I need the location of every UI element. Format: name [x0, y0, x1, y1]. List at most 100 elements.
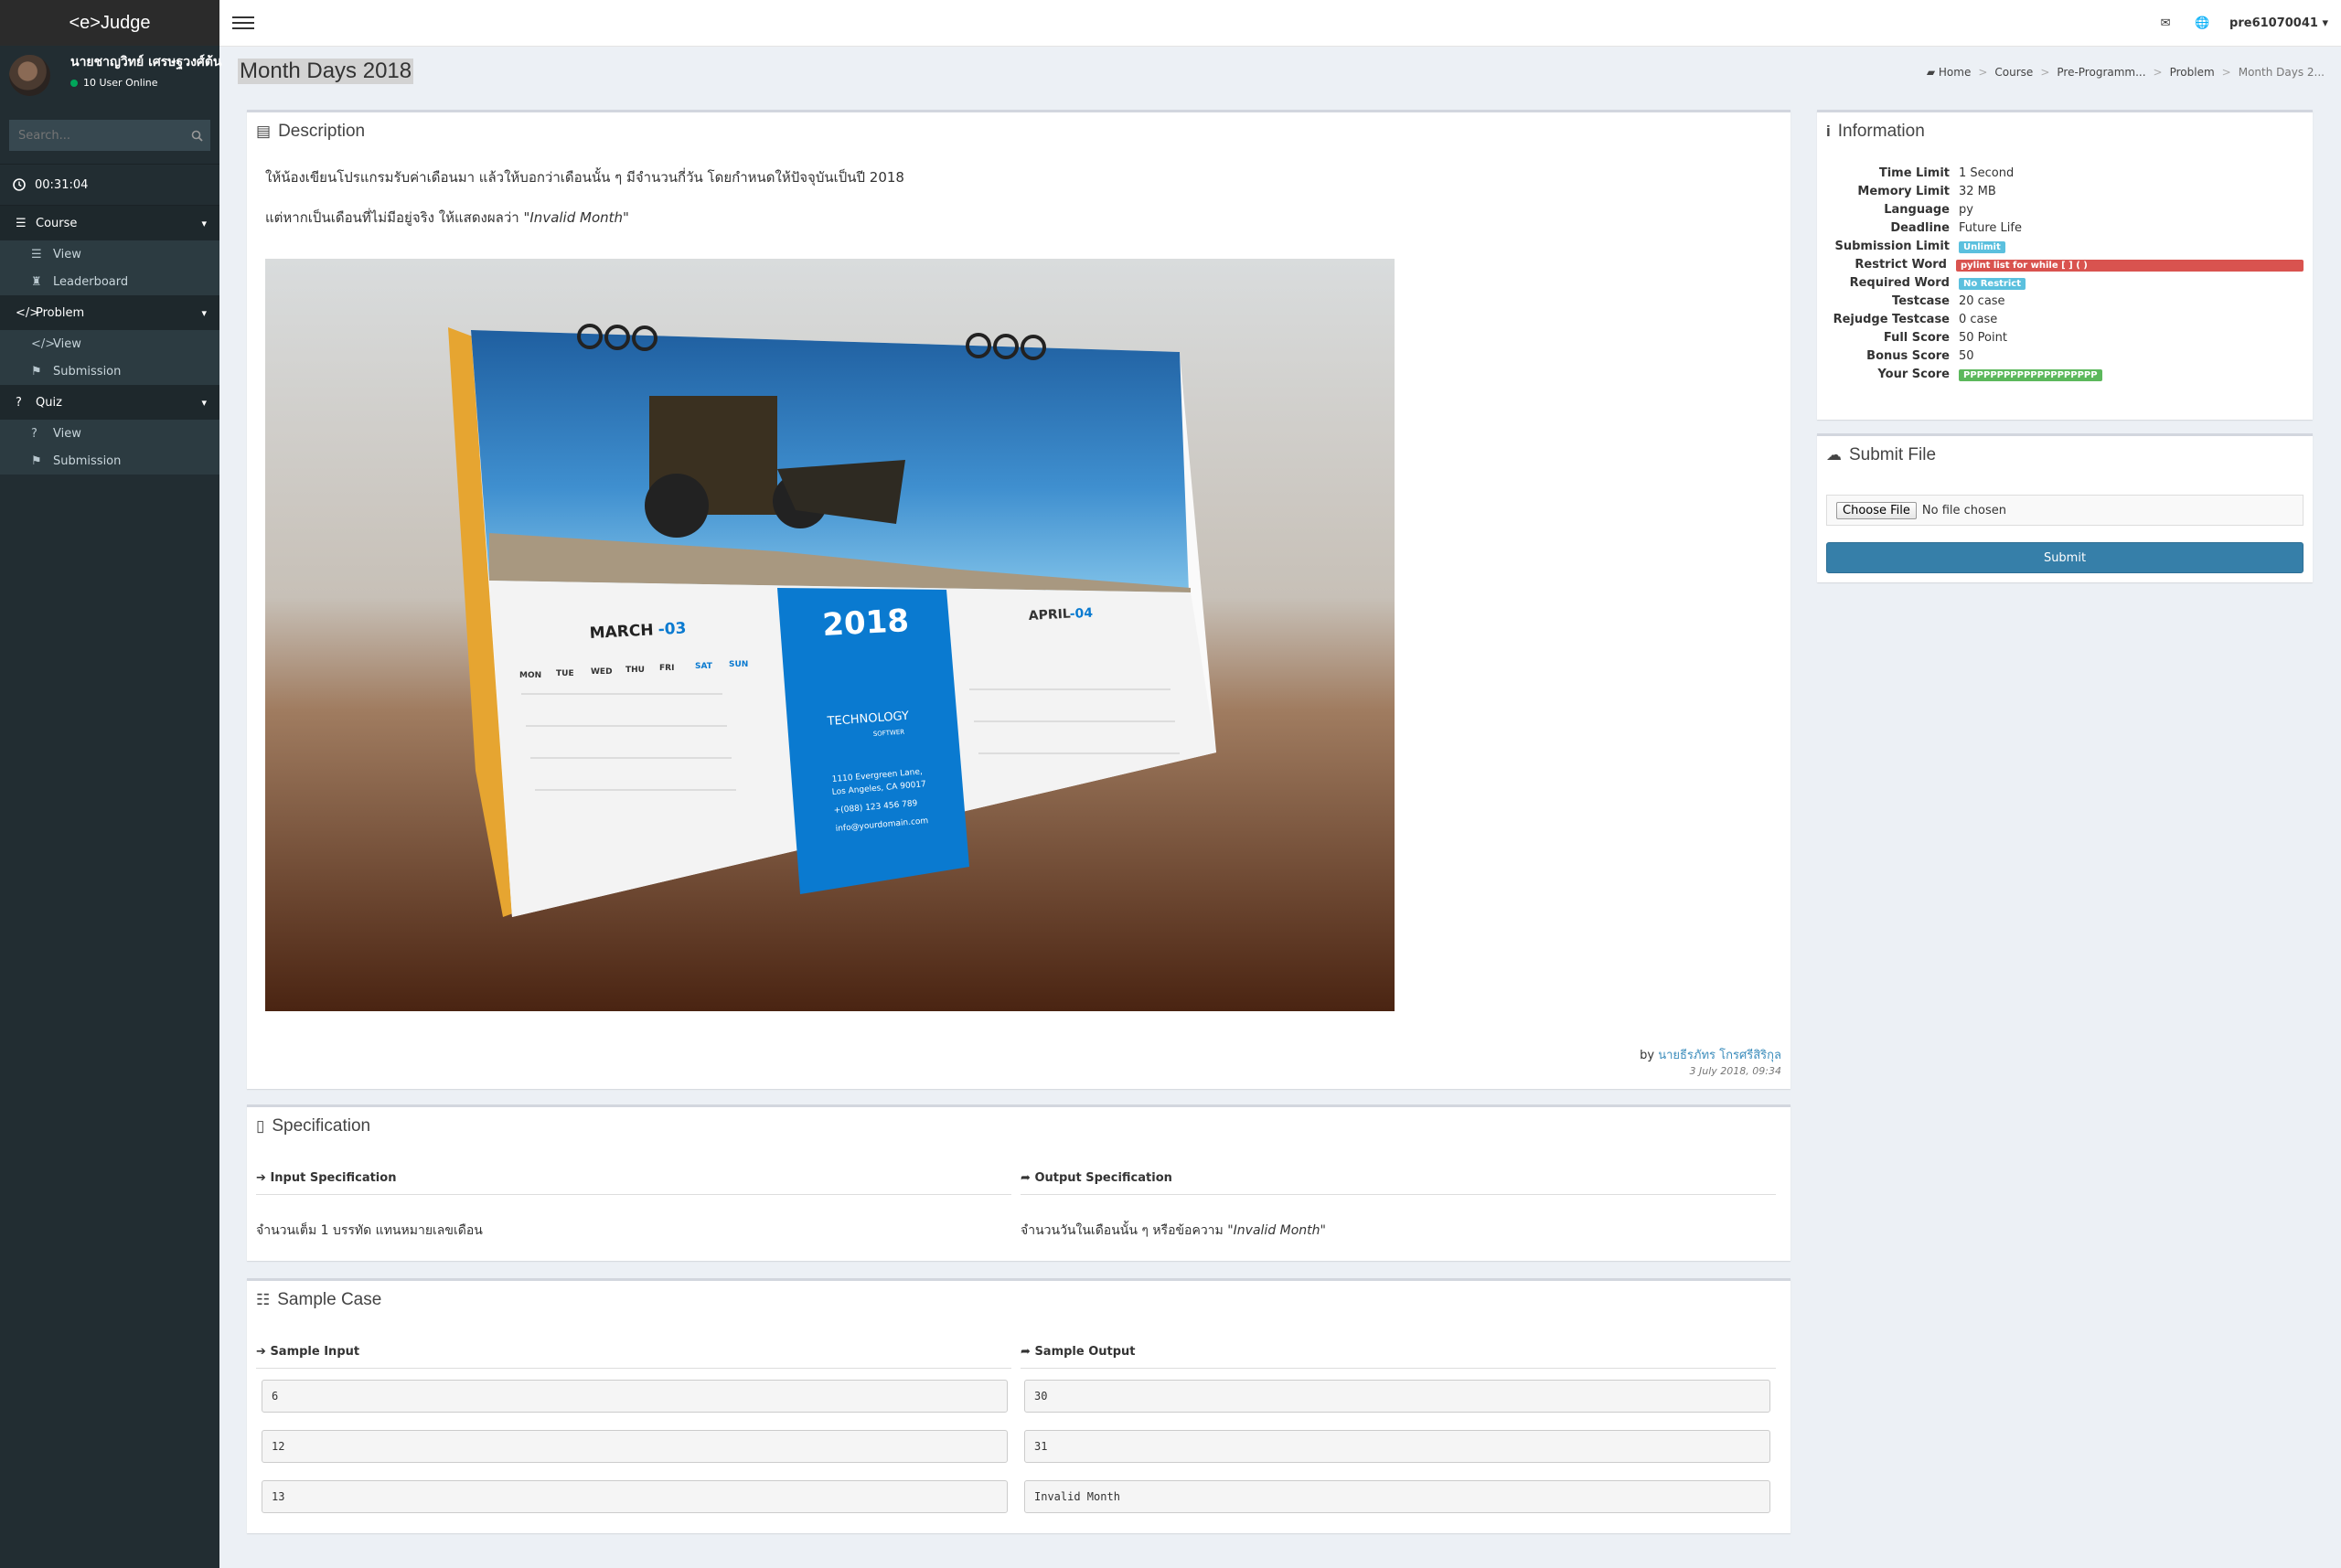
sample-input-2[interactable]: 12 — [262, 1430, 1008, 1463]
sample-input-head: Sample Input — [270, 1345, 360, 1359]
item-label: View — [53, 247, 81, 261]
menu-label: Quiz — [36, 395, 62, 410]
sample-output-3[interactable]: Invalid Month — [1024, 1480, 1770, 1513]
chevron-down-icon: ▾ — [201, 217, 207, 229]
info-row-rejudge-testcase: Rejudge Testcase 0 case — [1826, 310, 2304, 328]
globe-icon[interactable]: 🌐 — [2184, 16, 2220, 30]
sidebar-item-quiz-view[interactable]: ? View — [0, 420, 219, 447]
breadcrumb-course[interactable]: Course — [1994, 66, 2033, 79]
sample-output-1[interactable]: 30 — [1024, 1380, 1770, 1413]
sample-title: Sample Case — [277, 1290, 382, 1309]
info-row-required-word: Required Word No Restrict — [1826, 273, 2304, 292]
file-input[interactable]: Choose File No file chosen — [1826, 495, 2304, 526]
submit-button[interactable]: Submit — [1826, 542, 2304, 573]
info-table: Time Limit 1 Second Memory Limit 32 MB Lan… — [1817, 151, 2313, 383]
sidebar-item-course-view[interactable]: ☰ View — [0, 240, 219, 268]
status-badge: PPPPPPPPPPPPPPPPPPPP — [1959, 368, 2102, 381]
info-row-time-limit: Time Limit 1 Second — [1826, 164, 2304, 182]
info-row-memory-limit: Memory Limit 32 MB — [1826, 182, 2304, 200]
breadcrumb-home[interactable]: ▰ Home — [1927, 66, 1972, 79]
status-badge: No Restrict — [1959, 277, 2026, 290]
info-value: Future Life — [1959, 220, 2022, 235]
description-box: ▤ Description ให้น้องเขียนโปรแกรมรับค่าเด… — [247, 110, 1790, 1089]
app-logo[interactable]: <e>Judge — [0, 0, 219, 46]
submit-file-box: ☁ Submit File Choose File No file chosen … — [1817, 433, 2313, 582]
info-value: 50 Point — [1959, 330, 2007, 345]
menu-head-problem[interactable]: </> Problem ▾ — [0, 295, 219, 330]
main-content: Month Days 2018 ▰ Home > Course > Pre-Pr… — [219, 46, 2341, 1568]
image-day-thu: THU — [625, 666, 645, 675]
info-label: Submission Limit — [1834, 239, 1950, 253]
breadcrumb-problem[interactable]: Problem — [2170, 66, 2215, 79]
user-name: นายชาญวิทย์ เศรษฐวงศ์ต้น — [70, 55, 222, 69]
description-line-1: ให้น้องเขียนโปรแกรมรับค่าเดือนมา แล้วให้… — [265, 169, 904, 186]
sidebar-item-quiz-submission[interactable]: ⚑ Submission — [0, 447, 219, 475]
chevron-down-icon: ▾ — [201, 306, 207, 319]
info-label: Rejudge Testcase — [1833, 312, 1950, 326]
info-value: py — [1959, 202, 1973, 217]
specification-title: Specification — [272, 1116, 371, 1136]
info-label: Bonus Score — [1866, 348, 1950, 363]
info-row-bonus-score: Bonus Score 50 — [1826, 347, 2304, 365]
info-value: 50 — [1959, 348, 1974, 363]
info-row-restrict-word: Restrict Word pylint list for while [ ] (… — [1826, 255, 2304, 273]
search-input[interactable] — [9, 120, 183, 151]
user-menu[interactable]: pre61070041 ▾ — [2229, 16, 2328, 30]
submit-file-title: Submit File — [1849, 445, 1937, 464]
post-date: 3 July 2018, 09:34 — [1689, 1065, 1781, 1077]
sidebar-item-problem-view[interactable]: </> View — [0, 330, 219, 357]
cloud-upload-icon: ☁ — [1826, 446, 1842, 464]
info-icon: i — [1826, 123, 1831, 140]
menu-head-course[interactable]: ☰ Course ▾ — [0, 206, 219, 240]
chevron-down-icon: ▾ — [201, 396, 207, 409]
info-row-deadline: Deadline Future Life — [1826, 219, 2304, 237]
page-title: Month Days 2018 — [238, 59, 414, 84]
timer-value: 00:31:04 — [35, 177, 89, 192]
online-dot-icon — [70, 79, 78, 87]
sample-output-head: Sample Output — [1034, 1345, 1136, 1359]
image-day-sun: SUN — [729, 660, 748, 669]
clock-icon — [13, 178, 26, 191]
item-label: Submission — [53, 453, 122, 468]
author-link[interactable]: นายธีรภัทร โกรศรีสิริกุล — [1658, 1049, 1781, 1062]
search-button[interactable] — [183, 120, 210, 151]
sign-out-icon: ➦ — [1021, 1345, 1031, 1359]
breadcrumb-current: Month Days 2... — [2238, 66, 2325, 79]
info-label: Memory Limit — [1857, 184, 1950, 198]
list-icon: ☰ — [31, 247, 42, 261]
file-status: No file chosen — [1921, 503, 2006, 517]
image-month2: APRIL — [1028, 607, 1071, 624]
flag-icon: ⚑ — [31, 453, 42, 468]
breadcrumb-pre-programming[interactable]: Pre-Programm... — [2057, 66, 2145, 79]
code-icon: </> — [16, 305, 40, 320]
sidebar-item-problem-submission[interactable]: ⚑ Submission — [0, 357, 219, 385]
item-label: Submission — [53, 364, 122, 379]
specification-box: ▯ Specification ➔ Input Specification จำน… — [247, 1104, 1790, 1261]
input-spec-text: จำนวนเต็ม 1 บรรทัด แทนหมายเลขเดือน — [256, 1223, 483, 1238]
info-value: 1 Second — [1959, 165, 2015, 180]
line2-text: แต่หากเป็นเดือนที่ไม่มีอยู่จริง ให้แสดงผ… — [265, 209, 524, 226]
image-day-wed: WED — [591, 667, 613, 677]
user-panel: นายชาญวิทย์ เศรษฐวงศ์ต้น 10 User Online — [0, 46, 221, 107]
menu-head-quiz[interactable]: ? Quiz ▾ — [0, 385, 219, 420]
info-label: Language — [1884, 202, 1950, 217]
description-line-2: แต่หากเป็นเดือนที่ไม่มีอยู่จริง ให้แสดงผ… — [265, 208, 1772, 228]
breadcrumb: ▰ Home > Course > Pre-Programm... > Prob… — [1926, 66, 2325, 79]
output-spec-text: จำนวนวันในเดือนนั้น ๆ หรือข้อความ "Inval… — [1021, 1195, 1776, 1241]
info-row-testcase: Testcase 20 case — [1826, 292, 2304, 310]
sample-input-3[interactable]: 13 — [262, 1480, 1008, 1513]
hamburger-menu-icon[interactable] — [232, 16, 254, 29]
info-label: Your Score — [1877, 367, 1950, 381]
choose-file-button[interactable]: Choose File — [1836, 501, 1917, 519]
author-prefix: by — [1640, 1049, 1659, 1062]
image-month2-num: -04 — [1069, 606, 1093, 622]
sidebar-item-leaderboard[interactable]: ♜ Leaderboard — [0, 268, 219, 295]
envelope-icon[interactable]: ✉ — [2147, 16, 2184, 30]
sample-input-1[interactable]: 6 — [262, 1380, 1008, 1413]
status-badge: Unlimit — [1959, 240, 2005, 253]
sample-output-2[interactable]: 31 — [1024, 1430, 1770, 1463]
item-label: View — [53, 336, 81, 351]
newspaper-icon: ▤ — [256, 123, 272, 140]
image-month1: MARCH — [589, 621, 654, 643]
image-month1-num: -03 — [657, 619, 687, 639]
